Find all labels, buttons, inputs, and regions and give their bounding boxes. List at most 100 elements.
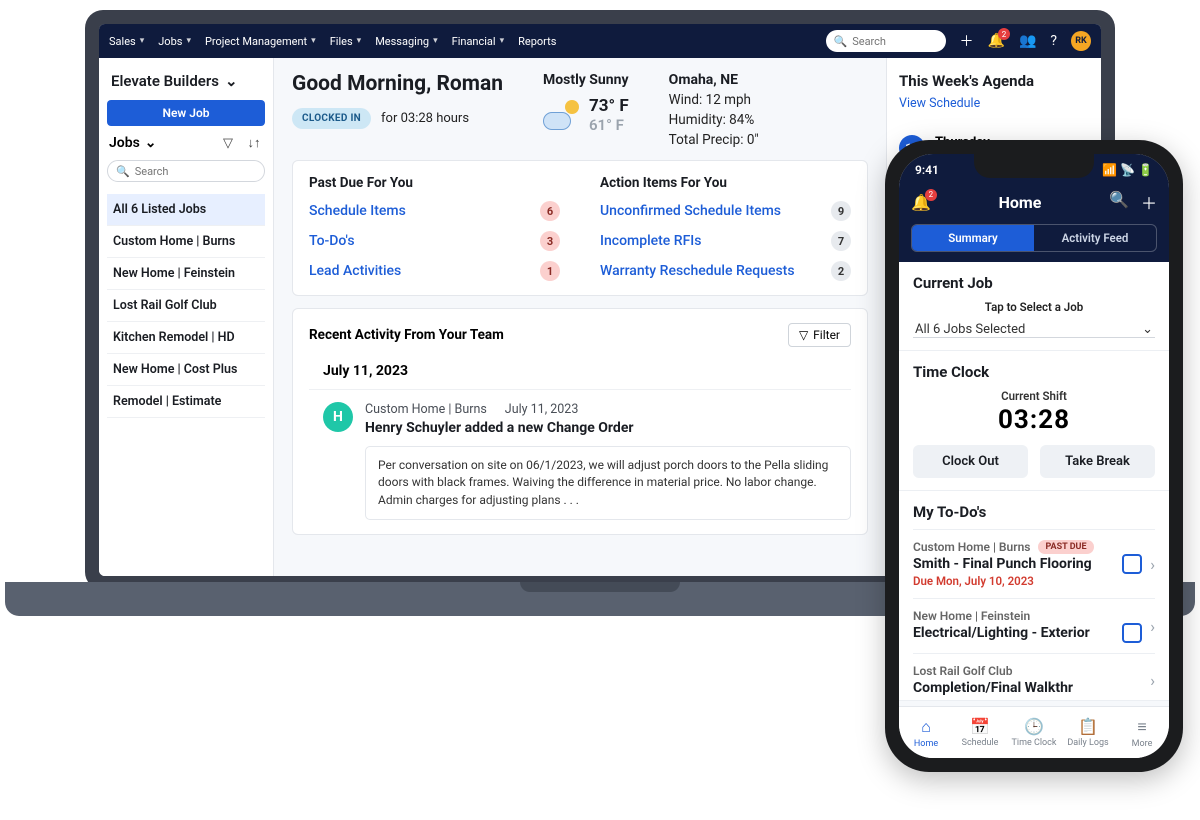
clipboard-icon: 📋	[1078, 717, 1098, 736]
company-selector[interactable]: Elevate Builders⌄	[107, 70, 265, 92]
shift-time: 03:28	[913, 405, 1155, 435]
current-job-section: Current Job Tap to Select a Job All 6 Jo…	[899, 262, 1169, 351]
nav-financial[interactable]: Financial▾	[452, 35, 505, 48]
phone-notch	[974, 154, 1094, 178]
activity-when: July 11, 2023	[505, 402, 579, 417]
nav-jobs[interactable]: Jobs▾	[158, 35, 191, 48]
global-search[interactable]: 🔍	[826, 30, 946, 52]
phone-title: Home	[999, 193, 1042, 212]
take-break-button[interactable]: Take Break	[1040, 445, 1155, 478]
job-item[interactable]: New Home | Cost Plus	[107, 354, 265, 386]
greeting: Good Morning, Roman	[292, 72, 503, 96]
tab-time-clock[interactable]: 🕒Time Clock	[1007, 707, 1061, 758]
view-schedule-link[interactable]: View Schedule	[899, 96, 1089, 111]
filter-icon: ▽	[799, 328, 808, 342]
people-icon[interactable]: 👥	[1019, 33, 1036, 49]
phone-bell-icon[interactable]: 🔔2	[911, 193, 931, 212]
activity-date: July 11, 2023	[309, 357, 851, 390]
job-selector[interactable]: All 6 Jobs Selected ⌄	[913, 314, 1155, 338]
wind: Wind: 12 mph	[669, 92, 759, 108]
nav-project-management[interactable]: Project Management▾	[205, 35, 316, 48]
current-job-title: Current Job	[913, 274, 1155, 292]
todo-item[interactable]: New Home | Feinstein Electrical/Lighting…	[913, 598, 1155, 643]
todo-checkbox[interactable]	[1122, 554, 1142, 574]
phone-search-icon[interactable]: 🔍	[1109, 190, 1129, 214]
status-icons: 📶 📡 🔋	[1102, 163, 1153, 177]
past-due-link[interactable]: Lead Activities	[309, 263, 401, 279]
filter-button[interactable]: ▽Filter	[788, 323, 851, 347]
todo-item[interactable]: Lost Rail Golf Club Completion/Final Wal…	[913, 653, 1155, 700]
time-clock-section: Time Clock Current Shift 03:28 Clock Out…	[899, 351, 1169, 491]
my-todos-section: My To-Do's Custom Home | BurnsPAST DUE S…	[899, 491, 1169, 701]
nav-files[interactable]: Files▾	[330, 35, 361, 48]
job-item[interactable]: Lost Rail Golf Club	[107, 290, 265, 322]
user-avatar[interactable]: RK	[1071, 31, 1091, 51]
job-item[interactable]: Custom Home | Burns	[107, 226, 265, 258]
jobs-dropdown[interactable]: Jobs⌄	[109, 135, 211, 151]
activity-headline: Henry Schuyler added a new Change Order	[365, 420, 851, 436]
search-icon: 🔍	[116, 165, 130, 178]
tab-activity-feed[interactable]: Activity Feed	[1034, 225, 1156, 251]
tab-schedule[interactable]: 📅Schedule	[953, 707, 1007, 758]
chevron-down-icon: ▾	[186, 36, 191, 46]
activity-title: Recent Activity From Your Team	[309, 327, 504, 343]
phone-header: 🔔2 Home 🔍 ＋ Summary Activity Feed	[899, 186, 1169, 262]
count-badge: 1	[540, 261, 560, 281]
past-due-link[interactable]: To-Do's	[309, 233, 355, 249]
time-clock-title: Time Clock	[913, 363, 1155, 381]
home-icon: ⌂	[921, 717, 931, 737]
job-item[interactable]: Remodel | Estimate	[107, 386, 265, 418]
chevron-down-icon: ⌄	[225, 72, 238, 90]
tab-daily-logs[interactable]: 📋Daily Logs	[1061, 707, 1115, 758]
job-item[interactable]: Kitchen Remodel | HD	[107, 322, 265, 354]
chevron-down-icon: ▾	[500, 36, 505, 46]
search-input[interactable]	[852, 35, 922, 48]
activity-item[interactable]: H Custom Home | Burns July 11, 2023 Henr…	[309, 390, 851, 520]
sort-icon[interactable]: ↓↑	[245, 134, 263, 152]
menu-icon: ≡	[1137, 717, 1146, 737]
new-job-button[interactable]: New Job	[107, 100, 265, 126]
filter-icon[interactable]: ▽	[219, 134, 237, 152]
phone-tab-bar: ⌂Home 📅Schedule 🕒Time Clock 📋Daily Logs …	[899, 706, 1169, 758]
action-item-link[interactable]: Warranty Reschedule Requests	[600, 263, 795, 279]
nav-reports[interactable]: Reports	[518, 35, 556, 48]
sidebar-search-input[interactable]	[135, 165, 256, 178]
nav-messaging[interactable]: Messaging▾	[375, 35, 437, 48]
agenda-title: This Week's Agenda	[899, 72, 1089, 90]
todo-item[interactable]: Custom Home | BurnsPAST DUE Smith - Fina…	[913, 529, 1155, 588]
tab-home[interactable]: ⌂Home	[899, 707, 953, 758]
humidity: Humidity: 84%	[669, 112, 759, 128]
clock-out-button[interactable]: Clock Out	[913, 445, 1028, 478]
action-item-link[interactable]: Unconfirmed Schedule Items	[600, 203, 781, 219]
weather-label: Mostly Sunny	[543, 72, 629, 88]
todo-checkbox[interactable]	[1122, 623, 1142, 643]
tab-more[interactable]: ≡More	[1115, 707, 1169, 758]
activity-note: Per conversation on site on 06/1/2023, w…	[365, 446, 851, 520]
clocked-in-badge: CLOCKED IN	[292, 108, 371, 129]
precip: Total Precip: 0"	[669, 132, 759, 148]
add-icon[interactable]: ＋	[960, 31, 974, 51]
sidebar-search[interactable]: 🔍	[107, 160, 265, 182]
tab-summary[interactable]: Summary	[912, 225, 1034, 251]
past-due-link[interactable]: Schedule Items	[309, 203, 406, 219]
calendar-icon: 📅	[970, 717, 990, 736]
count-badge: 7	[831, 231, 851, 251]
weather-icon	[543, 100, 579, 130]
todo-job: Custom Home | Burns	[913, 540, 1030, 554]
phone-add-icon[interactable]: ＋	[1141, 190, 1157, 214]
search-icon: 🔍	[834, 35, 848, 48]
help-icon[interactable]: ?	[1050, 33, 1057, 49]
job-item[interactable]: New Home | Feinstein	[107, 258, 265, 290]
count-badge: 2	[831, 261, 851, 281]
bell-icon[interactable]: 🔔2	[988, 33, 1005, 49]
chevron-down-icon: ▾	[433, 36, 438, 46]
activity-avatar: H	[323, 402, 353, 432]
chevron-right-icon: ›	[1150, 617, 1155, 636]
status-time: 9:41	[915, 163, 939, 177]
sidebar: Elevate Builders⌄ New Job Jobs⌄ ▽ ↓↑ 🔍 A…	[99, 58, 274, 576]
action-item-link[interactable]: Incomplete RFIs	[600, 233, 701, 249]
todo-title: Completion/Final Walkthr	[913, 680, 1142, 696]
nav-sales[interactable]: Sales▾	[109, 35, 144, 48]
job-item[interactable]: All 6 Listed Jobs	[107, 194, 265, 226]
location-label: Omaha, NE	[669, 72, 759, 88]
